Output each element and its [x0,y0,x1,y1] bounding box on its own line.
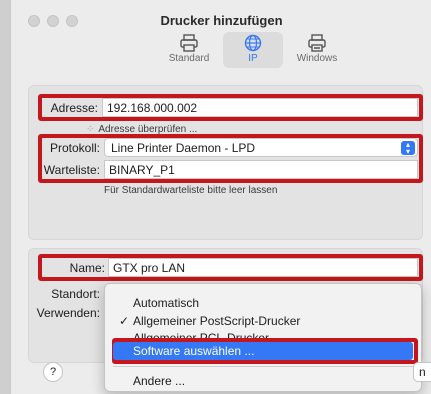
title-bar: Drucker hinzufügen Standard IP Windows [11,0,431,72]
address-input[interactable]: 192.168.000.002 [102,98,418,117]
location-label: Standort: [51,287,100,301]
tab-windows-label: Windows [296,53,338,64]
add-printer-window: Drucker hinzufügen Standard IP Windows A… [10,0,431,394]
menu-item-postscript[interactable]: Allgemeiner PostScript-Drucker [105,312,421,330]
protocol-select-value: Line Printer Daemon - LPD [111,141,256,155]
windows-printer-icon [308,34,326,52]
queue-input[interactable]: BINARY_P1 [104,160,418,179]
menu-item-other[interactable]: Andere ... [105,372,421,390]
tab-standard[interactable]: Standard [159,32,219,68]
protocol-label: Protokoll: [49,141,100,155]
name-input[interactable]: GTX pro LAN [108,258,418,277]
printer-icon [180,34,198,52]
tab-ip-label: IP [248,53,258,64]
use-label: Verwenden: [36,306,100,320]
tab-windows[interactable]: Windows [287,32,347,68]
name-label: Name: [69,261,105,275]
tab-standard-label: Standard [168,53,210,64]
printer-type-tabs: Standard IP Windows [159,32,347,68]
menu-item-automatic[interactable]: Automatisch [105,294,421,312]
protocol-select[interactable]: Line Printer Daemon - LPD ▴ ▾ [104,138,418,157]
menu-separator [113,366,413,367]
window-title: Drucker hinzufügen [160,13,283,28]
help-button[interactable]: ? [43,362,63,382]
select-arrows-icon: ▴ ▾ [401,141,415,156]
use-dropdown-menu: Automatisch Allgemeiner PostScript-Druck… [104,283,422,392]
add-button[interactable]: n [413,362,431,382]
queue-hint: Für Standardwarteliste bitte leer lassen [104,185,278,196]
menu-item-select-software[interactable]: Software auswählen ... [113,342,413,360]
address-label: Adresse: [50,101,98,115]
tab-ip[interactable]: IP [223,32,283,68]
queue-label: Warteliste: [43,163,100,177]
globe-icon [244,34,262,52]
